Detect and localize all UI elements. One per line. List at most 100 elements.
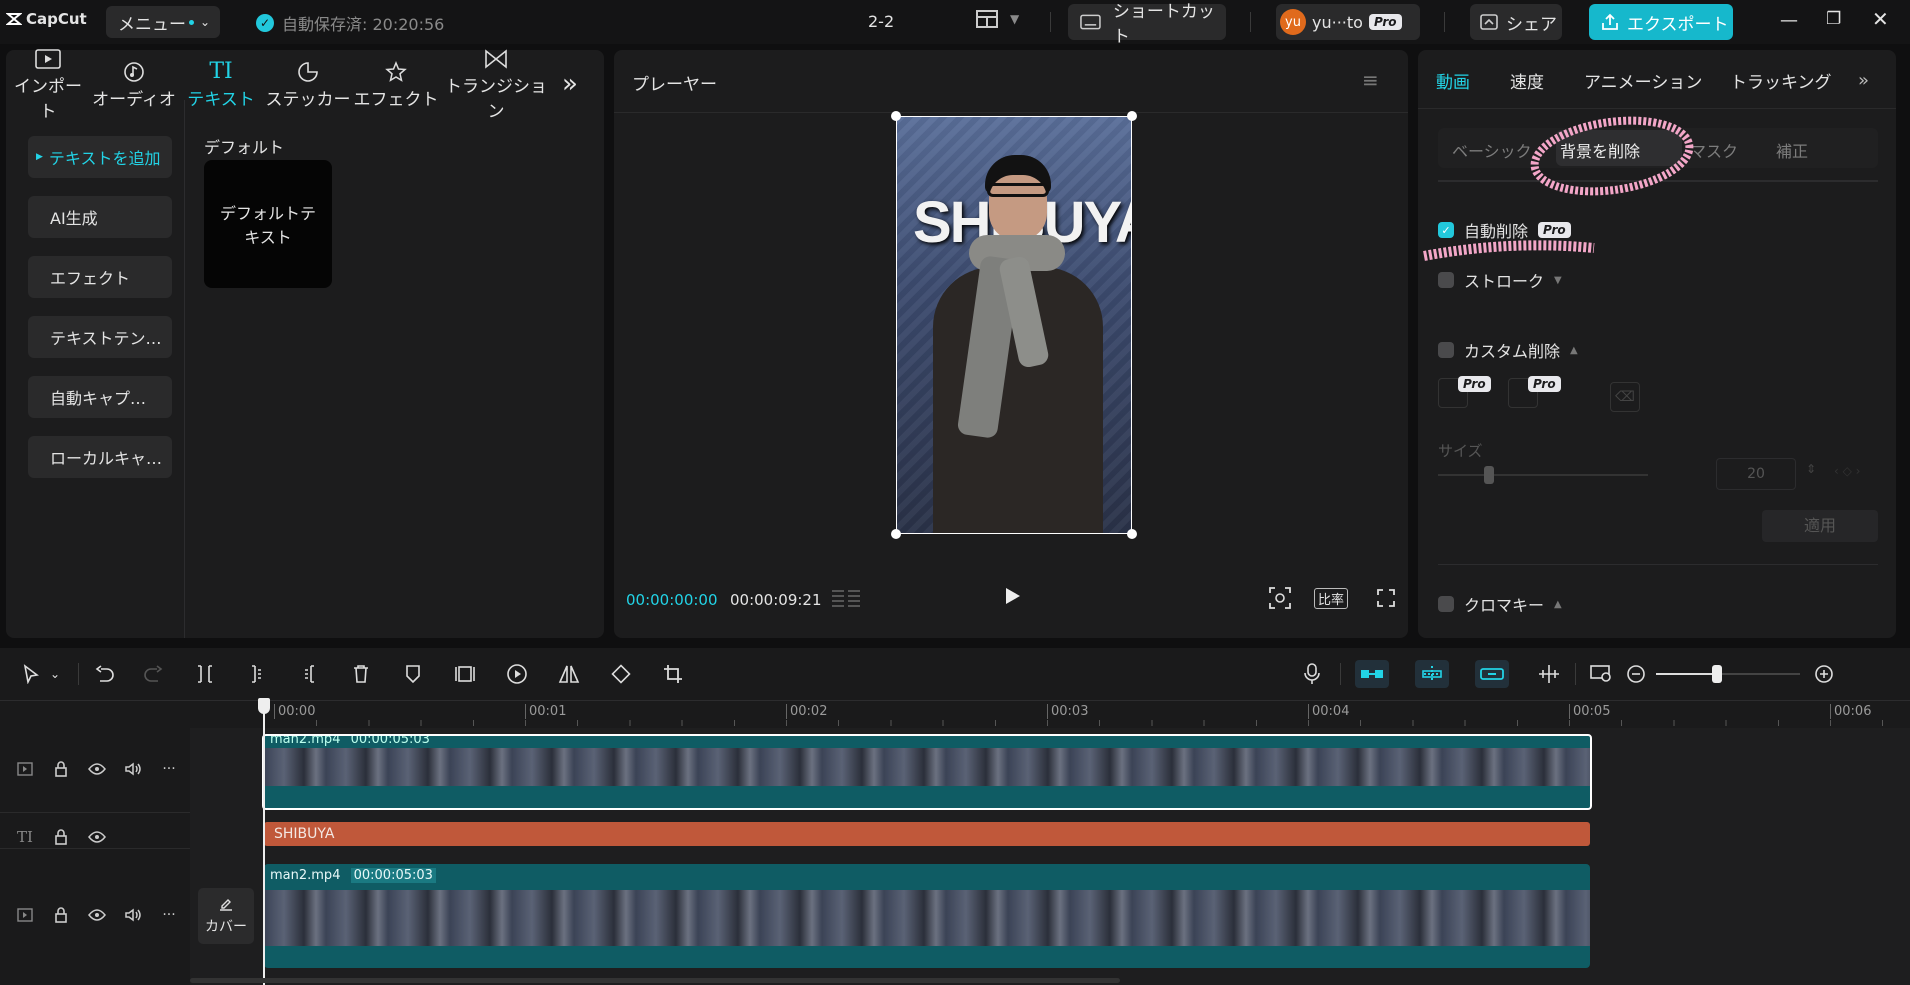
horizontal-scrollbar[interactable] (190, 978, 1120, 983)
freeze-frame-icon[interactable] (451, 660, 479, 688)
auto-snap-icon[interactable] (1415, 660, 1449, 688)
tab-import[interactable]: インポート (6, 46, 90, 122)
maximize-icon[interactable]: ❐ (1826, 9, 1841, 29)
user-account[interactable]: yu yu···to Pro (1276, 4, 1420, 40)
timecode-format-icon[interactable] (830, 588, 862, 610)
playhead[interactable] (263, 700, 265, 985)
delete-icon[interactable] (347, 660, 375, 688)
speed-icon[interactable] (503, 660, 531, 688)
magnet-main-track-icon[interactable] (1355, 660, 1389, 688)
lock-icon[interactable] (50, 904, 72, 926)
divider (1444, 12, 1445, 32)
more-options-icon[interactable]: ··· (158, 904, 180, 926)
size-slider-track[interactable] (1438, 474, 1648, 476)
checkbox-icon[interactable] (1438, 342, 1454, 358)
checkbox-icon[interactable] (1438, 596, 1454, 612)
apply-button[interactable]: 適用 (1762, 510, 1878, 542)
sidebar-item-text-template[interactable]: テキストテン… (28, 316, 172, 358)
marker-icon[interactable] (399, 660, 427, 688)
share-button[interactable]: シェア (1470, 4, 1562, 40)
tab-animation[interactable]: アニメーション (1584, 68, 1730, 93)
stroke-row[interactable]: ストローク ▼ (1438, 268, 1562, 292)
zoom-slider[interactable] (1656, 658, 1800, 690)
shortcut-button[interactable]: ショートカット (1068, 2, 1226, 47)
tab-text[interactable]: TI テキスト (178, 59, 264, 110)
prev-keyframe-icon[interactable]: ‹ ◇ › (1834, 464, 1860, 478)
close-icon[interactable]: ✕ (1872, 7, 1889, 31)
video-preview[interactable]: SHIBUYA (896, 116, 1132, 534)
sidebar-item-ai-generate[interactable]: AI生成 (28, 196, 172, 238)
sidebar-item-add-text[interactable]: ▶ テキストを追加 (28, 136, 172, 178)
timeline-ruler[interactable]: 00:00 00:01 00:02 00:03 00:04 00:05 00:0… (264, 704, 1904, 724)
speaker-icon[interactable] (122, 904, 144, 926)
tab-transition[interactable]: トランジション (440, 46, 552, 122)
checkbox-icon[interactable] (1438, 272, 1454, 288)
default-text-card[interactable]: デフォルトテキスト (204, 160, 332, 288)
sidebar-item-label: エフェクト (50, 269, 131, 288)
check-circle-icon: ✓ (256, 14, 274, 32)
trim-right-icon[interactable] (295, 660, 323, 688)
size-slider-thumb[interactable] (1484, 466, 1494, 484)
resize-handle[interactable] (891, 529, 901, 539)
minimize-icon[interactable]: — (1780, 10, 1798, 31)
project-name[interactable]: 2-2 (868, 12, 894, 31)
thumbnail-zoom-icon[interactable] (1588, 660, 1616, 688)
speaker-icon[interactable] (122, 758, 144, 780)
lock-icon[interactable] (50, 758, 72, 780)
more-tabs-icon[interactable]: » (552, 69, 588, 99)
zoom-out-icon[interactable] (1622, 660, 1650, 688)
resize-handle[interactable] (891, 111, 901, 121)
select-tool-icon[interactable] (18, 660, 44, 688)
hamburger-menu-icon[interactable]: ≡ (1362, 68, 1379, 92)
custom-remove-row[interactable]: カスタム削除 ▲ (1438, 338, 1578, 362)
crop-icon[interactable] (659, 660, 687, 688)
split-icon[interactable] (191, 660, 219, 688)
size-input[interactable]: 20 (1716, 458, 1796, 490)
tab-video[interactable]: 動画 (1436, 68, 1510, 93)
undo-icon[interactable] (91, 660, 119, 688)
tab-sticker[interactable]: ステッカー (264, 59, 352, 110)
resize-handle[interactable] (1127, 529, 1137, 539)
menu-button[interactable]: メニュー ⌄ (106, 6, 220, 38)
sidebar-item-auto-caption[interactable]: 自動キャプ… (28, 376, 172, 418)
tab-effect[interactable]: エフェクト (352, 59, 440, 110)
fullscreen-button[interactable] (1376, 588, 1396, 612)
trim-left-icon[interactable] (243, 660, 271, 688)
link-icon[interactable] (1475, 660, 1509, 688)
eye-icon[interactable] (86, 826, 108, 848)
microphone-icon[interactable] (1298, 660, 1326, 688)
more-tabs-icon[interactable]: » (1858, 70, 1869, 91)
fit-view-button[interactable] (1268, 586, 1292, 614)
eye-icon[interactable] (86, 904, 108, 926)
rotate-icon[interactable] (607, 660, 635, 688)
subtab-correction[interactable]: 補正 (1776, 138, 1808, 162)
sidebar-item-effects[interactable]: エフェクト (28, 256, 172, 298)
clear-tool-icon[interactable]: ⌫ (1610, 382, 1640, 412)
chroma-key-row[interactable]: クロマキー ▲ (1438, 592, 1562, 616)
tab-audio[interactable]: オーディオ (90, 59, 178, 110)
tab-tracking[interactable]: トラッキング (1730, 68, 1858, 93)
zoom-slider-thumb[interactable] (1712, 665, 1722, 683)
text-clip[interactable]: SHIBUYA (264, 822, 1590, 846)
resize-handle[interactable] (1127, 111, 1137, 121)
more-options-icon[interactable]: ··· (158, 758, 180, 780)
mirror-icon[interactable] (555, 660, 583, 688)
overlay-video-clip[interactable]: man2.mp4 00:00:05:03 (262, 734, 1592, 810)
eye-icon[interactable] (86, 758, 108, 780)
playhead-handle[interactable] (258, 698, 270, 714)
play-button[interactable] (1004, 586, 1022, 610)
main-video-clip[interactable]: man2.mp4 00:00:05:03 (264, 864, 1590, 968)
preview-axis-icon[interactable] (1535, 660, 1563, 688)
sidebar-item-local-caption[interactable]: ローカルキャ… (28, 436, 172, 478)
chevron-down-icon[interactable]: ⌄ (44, 660, 66, 688)
export-button[interactable]: エクスポート (1589, 4, 1733, 40)
stepper-icon[interactable]: ⇕ (1806, 462, 1816, 476)
divider (614, 112, 1408, 113)
tab-speed[interactable]: 速度 (1510, 68, 1584, 93)
ratio-button[interactable]: 比率 (1314, 588, 1349, 609)
lock-icon[interactable] (50, 826, 72, 848)
zoom-in-icon[interactable] (1810, 660, 1838, 688)
cover-button[interactable]: カバー (198, 888, 254, 944)
menu-label: メニュー (118, 14, 186, 35)
layout-button[interactable]: ▼ (976, 10, 1019, 28)
